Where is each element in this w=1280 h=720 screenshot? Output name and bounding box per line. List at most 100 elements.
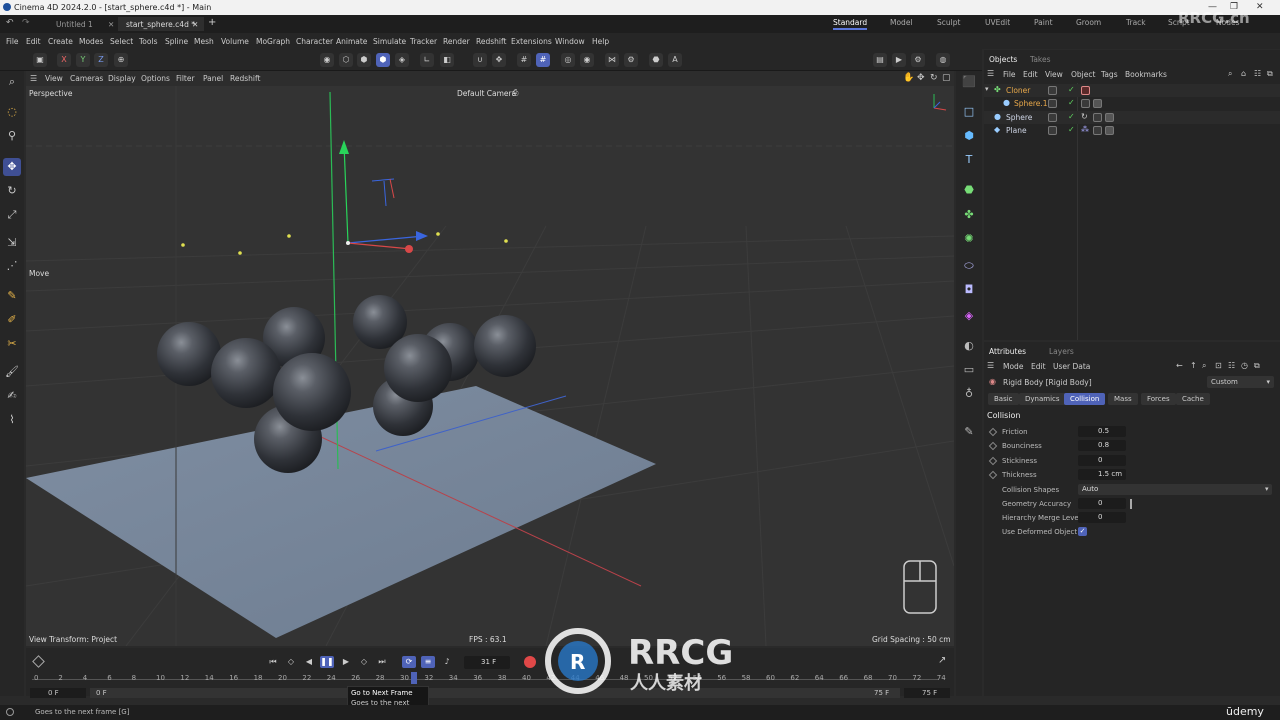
menu-simulate[interactable]: Simulate xyxy=(373,37,406,46)
sim-tag-icon[interactable]: ↻ xyxy=(1081,112,1088,121)
tab-takes[interactable]: Takes xyxy=(1030,55,1051,64)
close-tab-icon[interactable]: ✕ xyxy=(192,20,198,29)
sketch-icon[interactable]: ✐ xyxy=(3,311,21,329)
light-object-icon[interactable]: ♁ xyxy=(960,385,978,403)
soft-select-icon[interactable]: ✥ xyxy=(492,53,506,67)
keyframe-icon[interactable] xyxy=(988,427,998,437)
vp-menu-view[interactable]: View xyxy=(45,74,63,83)
selection-options-icon[interactable]: ⚲ xyxy=(3,127,21,145)
menu-animate[interactable]: Animate xyxy=(336,37,367,46)
timeline-graph-icon[interactable]: ↗ xyxy=(938,655,946,666)
lock-icon[interactable]: ⊡ xyxy=(1215,361,1222,370)
snap-tool-icon[interactable]: ⋰ xyxy=(3,257,21,275)
pause-icon[interactable]: ❚❚ xyxy=(320,656,334,668)
layout-model[interactable]: Model xyxy=(890,18,913,27)
keyframe-mode-icon[interactable] xyxy=(32,655,45,668)
thickness-input[interactable]: 1.5 cm xyxy=(1078,469,1126,480)
timeline-ruler[interactable] xyxy=(32,679,938,680)
record-icon[interactable] xyxy=(524,656,536,668)
primitive-cube-icon[interactable]: ⬢ xyxy=(960,127,978,145)
coordinate-system-icon[interactable]: ⊕ xyxy=(114,53,128,67)
autokey-icon[interactable]: A xyxy=(668,53,682,67)
objects-hamburger-icon[interactable]: ☰ xyxy=(987,69,994,78)
new-tab-button[interactable]: + xyxy=(208,17,216,28)
quantize-icon[interactable]: # xyxy=(536,53,550,67)
menu-spline[interactable]: Spline xyxy=(165,37,188,46)
vp-menu-panel[interactable]: Panel xyxy=(203,74,223,83)
attributes-hamburger-icon[interactable]: ☰ xyxy=(987,361,994,370)
settings-gear-icon[interactable]: ⚙ xyxy=(624,53,638,67)
lock-x-button[interactable]: X xyxy=(57,53,71,67)
lod-icon[interactable]: ⬣ xyxy=(649,53,663,67)
menu-redshift[interactable]: Redshift xyxy=(476,37,506,46)
obj-menu-object[interactable]: Object xyxy=(1071,70,1095,79)
hierarchy-merge-input[interactable]: 0 xyxy=(1078,512,1126,523)
sphere-clone[interactable] xyxy=(273,353,351,431)
next-frame-icon[interactable]: ▶ xyxy=(339,656,353,668)
vp-menu-options[interactable]: Options xyxy=(141,74,170,83)
brush-icon[interactable]: 🖌 xyxy=(3,363,21,381)
previous-frame-icon[interactable]: ◀ xyxy=(302,656,316,668)
3d-viewport[interactable]: Perspective Default Camera ⎙ Move View T… xyxy=(26,86,954,646)
environment-icon[interactable]: ◐ xyxy=(960,337,978,355)
attr-new-window-icon[interactable]: ⧉ xyxy=(1254,361,1260,371)
redshift-icon[interactable]: ◍ xyxy=(936,53,950,67)
subtab-forces[interactable]: Forces xyxy=(1141,393,1176,405)
rotate-view-icon[interactable]: ↻ xyxy=(930,73,938,83)
vp-menu-display[interactable]: Display xyxy=(108,74,136,83)
next-key-icon[interactable]: ◇ xyxy=(357,656,371,668)
material-tag-icon[interactable] xyxy=(1093,99,1102,108)
layout-paint[interactable]: Paint xyxy=(1034,18,1053,27)
obj-menu-view[interactable]: View xyxy=(1045,70,1063,79)
scale-tool-icon[interactable]: ⤢ xyxy=(3,206,21,224)
edit-icon[interactable]: ✎ xyxy=(960,423,978,441)
camera-lock-icon[interactable]: ⎙ xyxy=(512,88,518,98)
edges-mode-icon[interactable]: ⬢ xyxy=(357,53,371,67)
tab-objects[interactable]: Objects xyxy=(989,55,1017,64)
tab-layers[interactable]: Layers xyxy=(1049,347,1074,356)
attr-menu-mode[interactable]: Mode xyxy=(1003,362,1023,371)
visible-check-icon[interactable]: ✓ xyxy=(1068,85,1075,94)
transform-tool-icon[interactable]: ⇲ xyxy=(3,234,21,252)
go-to-start-icon[interactable]: ⏮ xyxy=(266,656,280,668)
obj-menu-bookmarks[interactable]: Bookmarks xyxy=(1125,70,1167,79)
forward-arrow-icon[interactable]: ↑ xyxy=(1190,361,1197,370)
obj-menu-file[interactable]: File xyxy=(1003,70,1016,79)
viewport-hamburger-icon[interactable]: ☰ xyxy=(30,74,37,83)
lock-y-button[interactable]: Y xyxy=(76,53,90,67)
menu-character[interactable]: Character xyxy=(296,37,333,46)
material-tag-icon[interactable] xyxy=(1105,113,1114,122)
rotate-tool-icon[interactable]: ↻ xyxy=(3,182,21,200)
solo-icon[interactable]: ◎ xyxy=(561,53,575,67)
doc-tab-untitled[interactable]: Untitled 1 ✕ xyxy=(48,17,118,31)
layout-groom[interactable]: Groom xyxy=(1076,18,1101,27)
collision-shapes-dropdown[interactable]: Auto xyxy=(1078,484,1272,495)
phong-tag-icon[interactable] xyxy=(1093,113,1102,122)
model-mode-icon[interactable]: ◉ xyxy=(320,53,334,67)
visible-check-icon[interactable]: ✓ xyxy=(1068,98,1075,107)
obj-menu-tags[interactable]: Tags xyxy=(1101,70,1118,79)
accuracy-slider[interactable] xyxy=(1130,499,1132,509)
object-mode-icon[interactable]: ⬢ xyxy=(376,53,390,67)
camera-object-icon[interactable]: ▭ xyxy=(960,361,978,379)
go-to-end-icon[interactable]: ⏭ xyxy=(375,656,389,668)
use-deformed-checkbox[interactable]: ✓ xyxy=(1078,527,1087,536)
snap-icon[interactable]: ∪ xyxy=(473,53,487,67)
menu-window[interactable]: Window xyxy=(555,37,585,46)
menu-tracker[interactable]: Tracker xyxy=(410,37,437,46)
text-object-icon[interactable]: T xyxy=(960,151,978,169)
menu-edit[interactable]: Edit xyxy=(26,37,41,46)
undo-icon[interactable]: ↶ xyxy=(6,18,14,28)
scene-icon[interactable]: ◈ xyxy=(960,307,978,325)
cube-object-icon[interactable]: ⬛ xyxy=(960,73,978,91)
attr-search-icon[interactable]: ⌕ xyxy=(1202,361,1206,371)
search-icon[interactable]: ⌕ xyxy=(3,73,21,91)
objects-new-window-icon[interactable]: ⧉ xyxy=(1267,69,1273,79)
layout-standard[interactable]: Standard xyxy=(833,18,868,30)
vp-menu-filter[interactable]: Filter xyxy=(176,74,195,83)
sound-icon[interactable]: ♪ xyxy=(440,656,454,668)
phong-tag-icon[interactable] xyxy=(1081,99,1090,108)
field-icon[interactable]: ◘ xyxy=(960,281,978,299)
move-tool-icon[interactable]: ✥ xyxy=(3,158,21,176)
layer-tag-icon[interactable] xyxy=(1048,126,1057,135)
